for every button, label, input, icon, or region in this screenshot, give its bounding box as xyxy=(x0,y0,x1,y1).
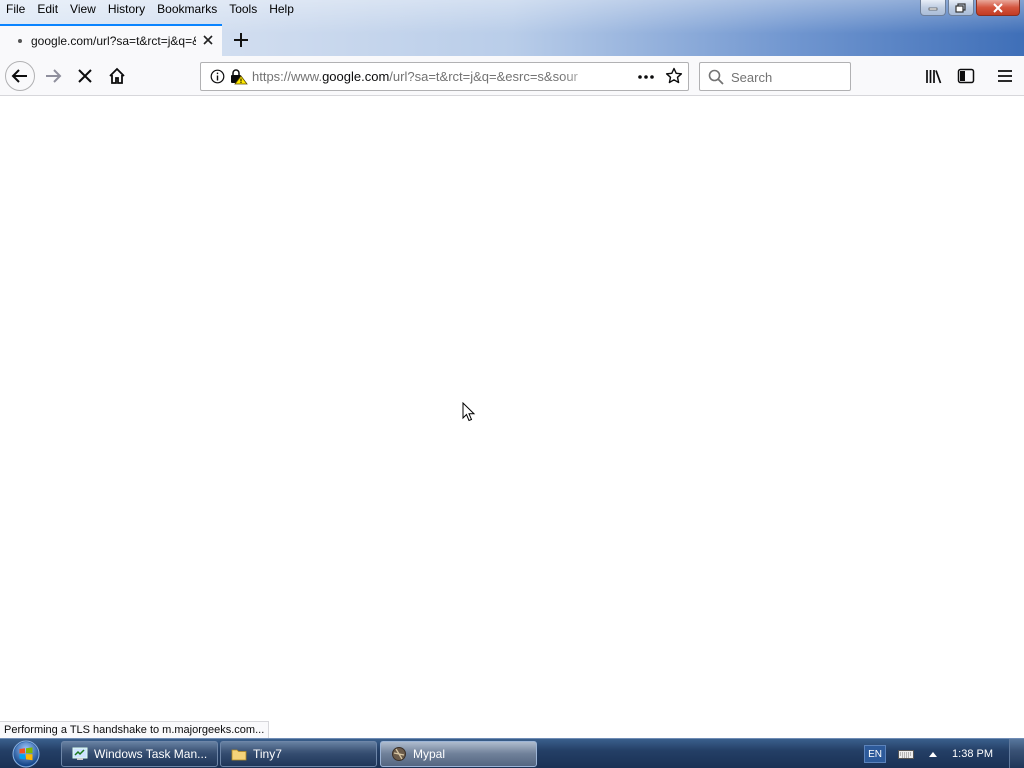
search-placeholder: Search xyxy=(731,70,773,85)
menu-edit[interactable]: Edit xyxy=(31,0,64,18)
close-icon xyxy=(993,2,1003,13)
taskbar: Windows Task Man... Tiny7 Mypal EN 1:38 … xyxy=(0,738,1024,768)
home-button[interactable] xyxy=(103,62,131,90)
keyboard-icon[interactable] xyxy=(898,748,915,760)
forward-arrow-icon xyxy=(46,69,62,83)
taskbar-button-label: Mypal xyxy=(413,747,446,761)
show-desktop-button[interactable] xyxy=(1009,739,1024,768)
system-tray: EN 1:38 PM xyxy=(864,739,1024,768)
menu-tools[interactable]: Tools xyxy=(223,0,263,18)
forward-button[interactable] xyxy=(39,62,67,90)
plus-icon xyxy=(234,33,248,47)
back-button[interactable] xyxy=(5,61,35,91)
back-arrow-icon xyxy=(11,69,27,83)
url-text: https://www.google.com/url?sa=t&rct=j&q=… xyxy=(252,69,600,84)
clock[interactable]: 1:38 PM xyxy=(952,748,993,760)
window-controls xyxy=(920,0,1020,16)
status-panel: Performing a TLS handshake to m.majorgee… xyxy=(0,721,270,738)
page-content[interactable] xyxy=(0,97,1024,738)
star-icon xyxy=(665,67,683,84)
url-path: /url?sa=t&rct=j&q=&esrc=s&sour xyxy=(389,69,578,84)
task-manager-icon xyxy=(72,747,88,760)
menu-history[interactable]: History xyxy=(102,0,151,18)
close-icon xyxy=(203,35,213,45)
menu-help[interactable]: Help xyxy=(263,0,300,18)
restore-button[interactable] xyxy=(948,0,974,16)
taskbar-button-tiny7[interactable]: Tiny7 xyxy=(220,741,377,767)
stop-icon xyxy=(78,69,92,83)
sidebar-toggle-button[interactable] xyxy=(952,62,980,90)
page-actions-button[interactable] xyxy=(637,68,655,91)
window-titlebar: File Edit View History Bookmarks Tools H… xyxy=(0,0,1024,56)
library-button[interactable] xyxy=(920,62,948,90)
mypal-icon xyxy=(392,747,406,761)
windows-logo-icon xyxy=(12,740,40,768)
menu-file[interactable]: File xyxy=(0,0,31,18)
info-icon[interactable] xyxy=(210,69,225,89)
folder-icon xyxy=(231,749,247,761)
tab-strip: google.com/url?sa=t&rct=j&q=&esrc=s&sour xyxy=(0,24,1024,56)
mouse-cursor-icon xyxy=(462,401,476,427)
taskbar-button-mypal[interactable]: Mypal xyxy=(380,741,537,767)
close-window-button[interactable] xyxy=(976,0,1020,16)
taskbar-button-label: Tiny7 xyxy=(253,747,282,761)
insecure-lock-icon[interactable] xyxy=(230,68,248,90)
language-indicator[interactable]: EN xyxy=(864,745,887,763)
stop-button[interactable] xyxy=(71,62,99,90)
chevron-up-icon xyxy=(929,752,938,757)
hamburger-menu-icon xyxy=(998,70,1012,82)
library-icon xyxy=(926,70,942,84)
url-prefix: https://www. xyxy=(252,69,323,84)
nav-toolbar: https://www.google.com/url?sa=t&rct=j&q=… xyxy=(0,56,1024,96)
sidebar-icon xyxy=(957,68,975,84)
tab-title: google.com/url?sa=t&rct=j&q=&esrc=s&sour xyxy=(31,34,196,48)
url-bar[interactable]: https://www.google.com/url?sa=t&rct=j&q=… xyxy=(200,62,689,91)
taskbar-button-task-manager[interactable]: Windows Task Man... xyxy=(61,741,218,767)
search-bar[interactable]: Search xyxy=(699,62,851,91)
url-fade xyxy=(561,65,601,89)
search-icon xyxy=(708,69,724,90)
restore-icon xyxy=(955,2,966,13)
tab-current[interactable]: google.com/url?sa=t&rct=j&q=&esrc=s&sour xyxy=(0,24,222,56)
bookmark-star-button[interactable] xyxy=(665,67,683,90)
taskbar-button-label: Windows Task Man... xyxy=(94,747,208,761)
menu-view[interactable]: View xyxy=(64,0,102,18)
menu-bookmarks[interactable]: Bookmarks xyxy=(151,0,223,18)
minimize-button[interactable] xyxy=(920,0,946,16)
start-button[interactable] xyxy=(6,740,46,768)
more-horizontal-icon xyxy=(638,75,654,79)
app-menu-button[interactable] xyxy=(991,62,1019,90)
minimize-icon xyxy=(928,7,938,10)
loading-indicator-icon xyxy=(18,39,22,43)
menu-bar: File Edit View History Bookmarks Tools H… xyxy=(0,0,300,18)
show-hidden-icons-button[interactable] xyxy=(928,750,938,758)
url-host: google.com xyxy=(322,69,390,84)
tab-close-button[interactable] xyxy=(200,32,216,48)
home-icon xyxy=(109,67,125,84)
new-tab-button[interactable] xyxy=(230,29,252,51)
